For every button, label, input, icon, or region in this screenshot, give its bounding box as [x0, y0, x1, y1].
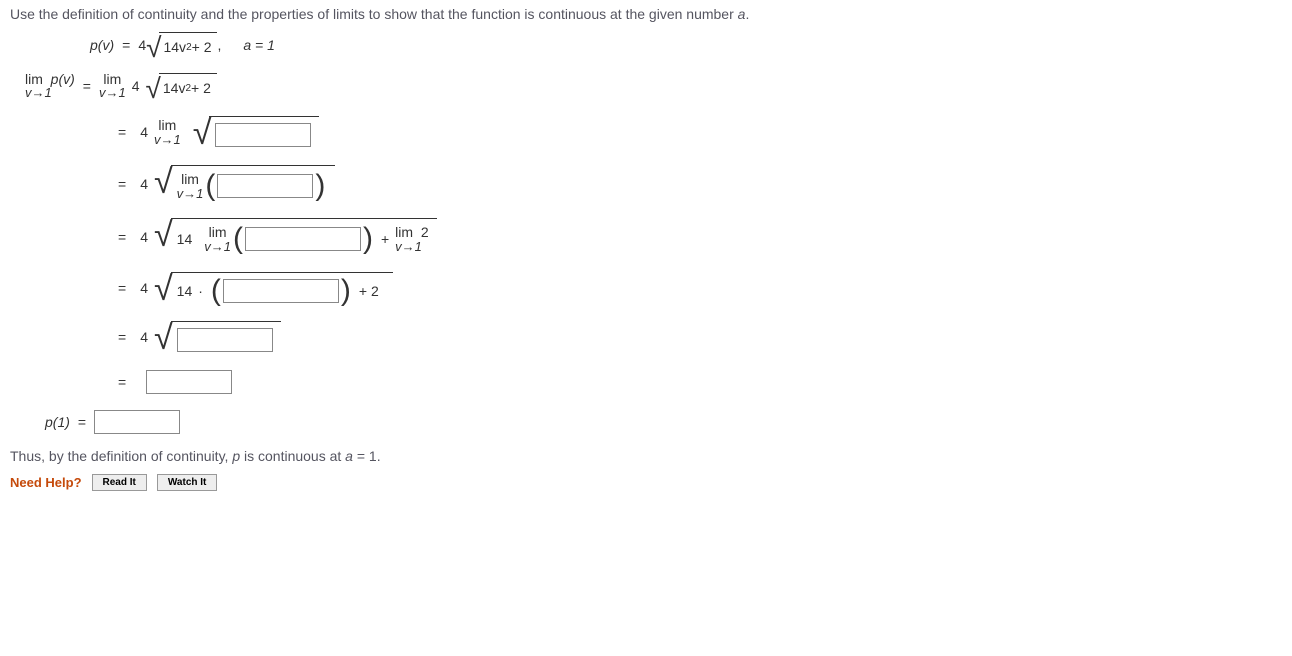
answer-input-7[interactable] — [94, 410, 180, 434]
lim-r: lim — [103, 71, 121, 87]
vto1-r: v→1 — [99, 86, 126, 100]
equals-1: = — [83, 78, 91, 94]
four-3: 4 — [140, 176, 148, 192]
lim-right: lim v→1 — [99, 72, 126, 100]
eq-7: = — [118, 374, 126, 390]
given-function: p(v) = 4 √ 14v2 + 2 , a = 1 — [90, 32, 1282, 58]
step-line-6: = 4 √ — [110, 321, 1282, 354]
prompt-text-b: . — [745, 6, 749, 22]
sqrt-2: √ — [193, 116, 320, 149]
plus-4: + — [381, 231, 389, 247]
answer-input-4[interactable] — [223, 279, 339, 303]
concl-b: is continuous at — [240, 448, 345, 464]
fourteen-4: 14 — [177, 231, 193, 247]
eq-5: = — [118, 280, 126, 296]
vto1-2: v→1 — [154, 133, 181, 147]
answer-input-5[interactable] — [177, 328, 273, 352]
vto1-text: v→1 — [25, 86, 52, 100]
dot-5: · — [198, 283, 203, 299]
pv-label: p(v) — [90, 37, 114, 53]
sqrt-r: √ 14v2 + 2 — [146, 73, 217, 99]
sqrt-3: √ lim v→1 ( ) — [154, 165, 335, 202]
lim-2: lim v→1 — [154, 118, 181, 146]
lparen-5: ( — [209, 279, 223, 303]
coef-4: 4 — [138, 37, 146, 53]
lim-2t: lim — [158, 118, 176, 133]
rparen-4: ) — [361, 227, 375, 251]
concl-p: p — [232, 448, 240, 464]
lim-4bt: lim — [395, 224, 413, 240]
lim-3: lim v→1 — [177, 172, 204, 200]
prompt-text-a: Use the definition of continuity and the… — [10, 6, 738, 22]
radicand-6 — [171, 321, 281, 354]
lim-3t: lim — [181, 172, 199, 187]
lim-4b: lim 2 v→1 — [395, 225, 428, 253]
rad-b: + 2 — [192, 39, 212, 55]
concl-d: = 1. — [353, 448, 381, 464]
step-line-5: = 4 √ 14 · ( ) + 2 — [110, 272, 1282, 305]
answer-input-1[interactable] — [215, 123, 311, 147]
lim-pv-left: lim p(v) v→1 — [25, 72, 75, 100]
p-of-1-line: p(1) = — [45, 410, 1282, 434]
vto1-4b: v→1 — [395, 240, 422, 254]
sqrt-4: √ 14 lim v→1 ( ) + lim 2 v→1 — [154, 218, 437, 255]
two-4: 2 — [421, 224, 429, 240]
a-eq-1: a = 1 — [243, 37, 275, 53]
rparen-3: ) — [313, 174, 327, 198]
plus2-5: + 2 — [359, 283, 379, 299]
watch-it-button[interactable]: Watch It — [157, 474, 218, 491]
four-4: 4 — [140, 229, 148, 245]
lparen-4: ( — [231, 227, 245, 251]
read-it-button[interactable]: Read It — [92, 474, 147, 491]
lim-4a: lim v→1 — [204, 225, 231, 253]
step-line-1: lim p(v) v→1 = lim v→1 4 √ 14v2 + 2 — [25, 72, 1282, 100]
comma: , — [217, 37, 221, 53]
radicand-r: 14v2 + 2 — [159, 73, 217, 99]
sqrt-6: √ — [154, 321, 281, 354]
equals: = — [122, 37, 130, 53]
eq-4: = — [118, 229, 126, 245]
p1-eq: = — [78, 414, 86, 430]
step-line-7: = — [110, 370, 1282, 394]
radicand-3: lim v→1 ( ) — [171, 165, 336, 202]
lim-text: lim — [25, 71, 43, 87]
eq-6: = — [118, 329, 126, 345]
rparen-5: ) — [339, 279, 353, 303]
eq-3: = — [118, 176, 126, 192]
concl-c: a — [345, 448, 353, 464]
four-5: 4 — [140, 280, 148, 296]
radicand-5: 14 · ( ) + 2 — [171, 272, 393, 305]
step-line-2: = 4 lim v→1 √ — [110, 116, 1282, 149]
vto1-4a: v→1 — [204, 240, 231, 254]
radicand: 14v2 + 2 — [159, 32, 217, 58]
four-2: 4 — [140, 124, 148, 140]
eq-2: = — [118, 124, 126, 140]
need-help-label: Need Help? — [10, 475, 82, 490]
rad-a: 14v — [163, 39, 186, 55]
answer-input-2[interactable] — [217, 174, 313, 198]
radicand-4: 14 lim v→1 ( ) + lim 2 v→1 — [171, 218, 437, 255]
question-prompt: Use the definition of continuity and the… — [10, 6, 1282, 22]
answer-input-3[interactable] — [245, 227, 361, 251]
step-line-4: = 4 √ 14 lim v→1 ( ) + lim 2 v→1 — [110, 218, 1282, 255]
rad-ra: 14v — [163, 80, 186, 96]
lparen-3: ( — [203, 174, 217, 198]
fourteen-5: 14 — [177, 283, 193, 299]
answer-input-6[interactable] — [146, 370, 232, 394]
rad-rb: + 2 — [191, 80, 211, 96]
conclusion: Thus, by the definition of continuity, p… — [10, 448, 1282, 464]
p1-label: p(1) — [45, 414, 70, 430]
lim-4at: lim — [209, 225, 227, 240]
sqrt-expr: √ 14v2 + 2 — [146, 32, 217, 58]
step-line-3: = 4 √ lim v→1 ( ) — [110, 165, 1282, 202]
need-help-row: Need Help? Read It Watch It — [10, 474, 1282, 491]
vto1-3: v→1 — [177, 187, 204, 201]
four-6: 4 — [140, 329, 148, 345]
pv-text: p(v) — [51, 71, 75, 87]
radicand-2 — [209, 116, 319, 149]
four-r: 4 — [132, 78, 140, 94]
sqrt-5: √ 14 · ( ) + 2 — [154, 272, 393, 305]
concl-a: Thus, by the definition of continuity, — [10, 448, 232, 464]
